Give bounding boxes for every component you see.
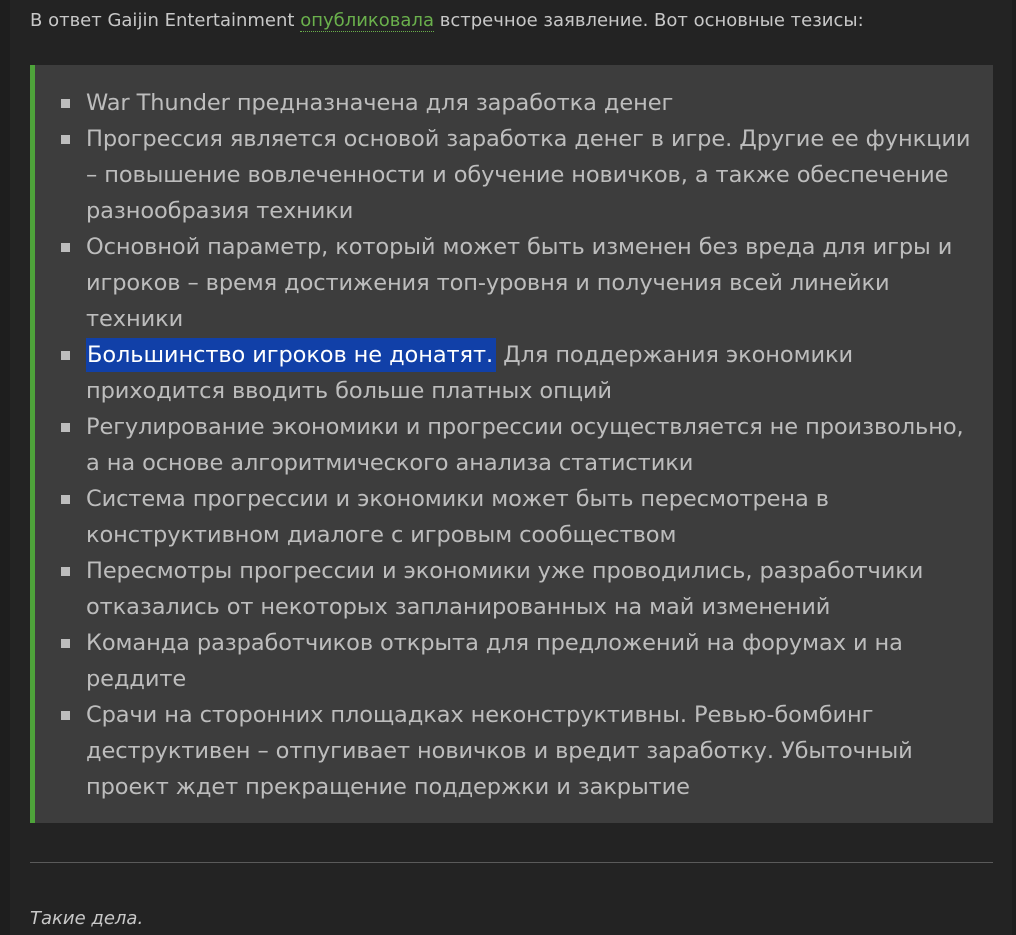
- list-item: Большинство игроков не донатят. Для подд…: [61, 337, 973, 409]
- square-bullet-icon: [61, 495, 70, 504]
- square-bullet-icon: [61, 351, 70, 360]
- list-item: War Thunder предназначена для заработка …: [61, 85, 973, 121]
- left-gutter: [0, 0, 10, 935]
- square-bullet-icon: [61, 567, 70, 576]
- list-item: Система прогрессии и экономики может быт…: [61, 481, 973, 553]
- selected-text[interactable]: Большинство игроков не донатят.: [86, 338, 497, 372]
- square-bullet-icon: [61, 135, 70, 144]
- list-item: Основной параметр, который может быть из…: [61, 229, 973, 337]
- right-gutter: [1012, 0, 1016, 935]
- statement-link[interactable]: опубликовала: [300, 10, 434, 32]
- square-bullet-icon: [61, 711, 70, 720]
- thesis-text: Срачи на сторонних площадках неконструкт…: [86, 702, 913, 800]
- theses-blockquote: War Thunder предназначена для заработка …: [30, 65, 993, 823]
- list-item: Прогрессия является основой заработка де…: [61, 121, 973, 229]
- thesis-text: Команда разработчиков открыта для предло…: [86, 630, 903, 692]
- square-bullet-icon: [61, 243, 70, 252]
- intro-paragraph: В ответ Gaijin Entertainment опубликовал…: [30, 8, 864, 34]
- square-bullet-icon: [61, 639, 70, 648]
- thesis-text: Регулирование экономики и прогрессии осу…: [86, 414, 964, 476]
- theses-list: War Thunder предназначена для заработка …: [35, 65, 993, 805]
- square-bullet-icon: [61, 99, 70, 108]
- article-page: В ответ Gaijin Entertainment опубликовал…: [0, 0, 1016, 935]
- thesis-text: War Thunder предназначена для заработка …: [86, 90, 674, 116]
- list-item: Пересмотры прогрессии и экономики уже пр…: [61, 553, 973, 625]
- thesis-text: Пересмотры прогрессии и экономики уже пр…: [86, 558, 924, 620]
- list-item: Срачи на сторонних площадках неконструкт…: [61, 697, 973, 805]
- list-item: Регулирование экономики и прогрессии осу…: [61, 409, 973, 481]
- thesis-text: Прогрессия является основой заработка де…: [86, 126, 971, 224]
- list-item: Команда разработчиков открыта для предло…: [61, 625, 973, 697]
- thesis-text: Система прогрессии и экономики может быт…: [86, 486, 829, 548]
- intro-suffix: встречное заявление. Вот основные тезисы…: [433, 10, 864, 31]
- square-bullet-icon: [61, 423, 70, 432]
- horizontal-divider: [30, 862, 993, 863]
- thesis-text: Основной параметр, который может быть из…: [86, 234, 953, 332]
- outro-paragraph: Такие дела.: [30, 908, 144, 929]
- intro-prefix: В ответ Gaijin Entertainment: [30, 10, 301, 31]
